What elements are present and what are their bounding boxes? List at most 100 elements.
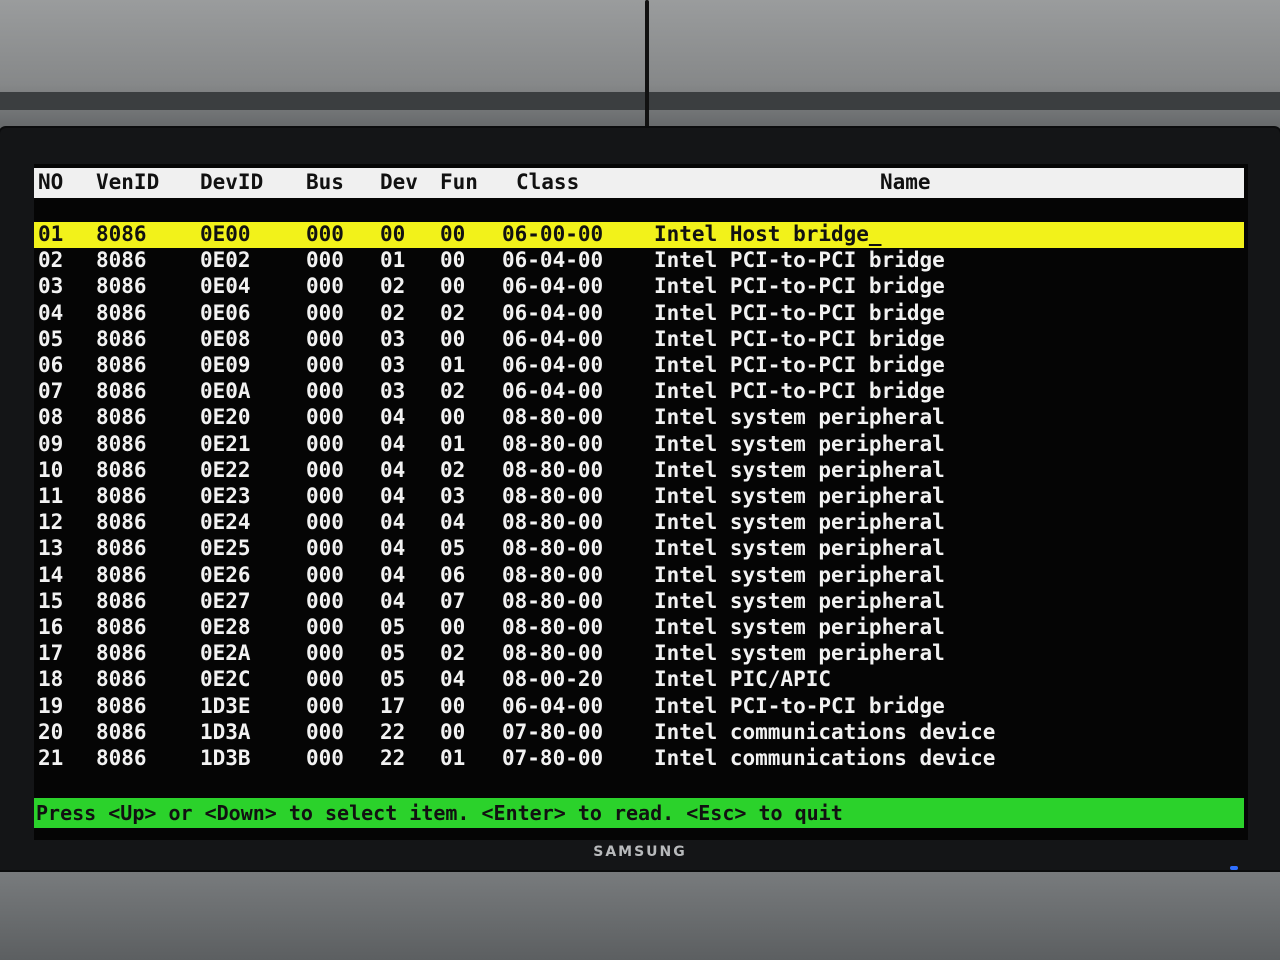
cell-fun: 02 (440, 641, 466, 666)
cell-dev: 04 (380, 431, 406, 456)
cell-name: Intel system peripheral (654, 457, 945, 482)
cell-no: 14 (38, 562, 64, 587)
cell-venid: 8086 (96, 641, 147, 666)
cell-name: Intel PCI-to-PCI bridge (654, 693, 945, 718)
cell-devid: 0E2A (200, 641, 251, 666)
cell-dev: 03 (380, 379, 406, 404)
cell-devid: 0E23 (200, 484, 251, 508)
cell-venid: 8086 (96, 693, 147, 718)
cell-bus: 000 (306, 510, 344, 535)
desk-surface (0, 860, 1280, 960)
cell-no: 02 (38, 248, 64, 273)
table-row[interactable]: 11 8086 0E23 000 04 03 08-80-00 Intel system pe… (34, 484, 1244, 510)
header-class: Class (516, 170, 580, 194)
cell-devid: 0E08 (200, 326, 251, 351)
cell-name: Intel system peripheral (654, 510, 945, 535)
cell-class: 08-80-00 (502, 510, 604, 535)
cell-no: 17 (38, 641, 64, 666)
table-row[interactable]: 21 8086 1D3B 000 22 01 07-80-00 Intel communica… (34, 746, 1244, 772)
cell-devid: 1D3B (200, 746, 251, 770)
cell-fun: 00 (440, 222, 466, 246)
cell-no: 03 (38, 274, 64, 299)
cell-dev: 04 (380, 484, 406, 508)
table-row[interactable]: 20 8086 1D3A 000 22 00 07-80-00 Intel communica… (34, 720, 1244, 746)
cell-class: 07-80-00 (502, 746, 604, 770)
cell-devid: 0E09 (200, 353, 251, 377)
table-row[interactable]: 10 8086 0E22 000 04 02 08-80-00 Intel system pe… (34, 458, 1244, 484)
table-row[interactable]: 05 8086 0E08 000 03 00 06-04-00 Intel PCI-to-PC… (34, 327, 1244, 353)
cell-name: Intel system peripheral (654, 588, 945, 613)
cell-venid: 8086 (96, 667, 147, 692)
cell-fun: 00 (440, 248, 466, 273)
cell-name: Intel system peripheral (654, 431, 945, 456)
cell-fun: 00 (440, 693, 466, 718)
cell-devid: 0E25 (200, 536, 251, 561)
cell-venid: 8086 (96, 431, 147, 456)
table-row[interactable]: 04 8086 0E06 000 02 02 06-04-00 Intel PCI-to-PC… (34, 301, 1244, 327)
table-row[interactable]: 12 8086 0E24 000 04 04 08-80-00 Intel system pe… (34, 510, 1244, 536)
cell-name: Intel PCI-to-PCI bridge (654, 300, 945, 325)
header-name: Name (880, 170, 931, 194)
cell-devid: 0E06 (200, 300, 251, 325)
table-row[interactable]: 19 8086 1D3E 000 17 00 06-04-00 Intel PCI-to-PC… (34, 694, 1244, 720)
cell-bus: 000 (306, 248, 344, 273)
cell-venid: 8086 (96, 326, 147, 351)
table-row[interactable]: 06 8086 0E09 000 03 01 06-04-00 Intel PCI-to-PC… (34, 353, 1244, 379)
monitor-brand-logo: SAMSUNG (593, 844, 687, 860)
header-no: NO (38, 170, 64, 194)
table-row[interactable]: 13 8086 0E25 000 04 05 08-80-00 Intel system pe… (34, 536, 1244, 562)
cell-devid: 0E00 (200, 222, 251, 246)
table-row[interactable]: 03 8086 0E04 000 02 00 06-04-00 Intel PCI-to-PC… (34, 274, 1244, 300)
cell-fun: 02 (440, 300, 466, 325)
cell-devid: 0E2C (200, 667, 251, 692)
cell-dev: 04 (380, 588, 406, 613)
cell-dev: 17 (380, 693, 406, 718)
cell-venid: 8086 (96, 405, 147, 430)
table-row[interactable]: 16 8086 0E28 000 05 00 08-80-00 Intel system pe… (34, 615, 1244, 641)
table-row-selected[interactable]: 01 8086 0E00 000 00 00 06-00-00 Intel Host brid… (34, 222, 1244, 248)
cell-fun: 00 (440, 719, 466, 744)
cell-devid: 0E04 (200, 274, 251, 299)
cell-devid: 0E26 (200, 562, 251, 587)
cell-no: 11 (38, 484, 64, 508)
cell-class: 08-80-00 (502, 588, 604, 613)
cell-no: 10 (38, 457, 64, 482)
table-row[interactable]: 14 8086 0E26 000 04 06 08-80-00 Intel system pe… (34, 563, 1244, 589)
cell-class: 06-04-00 (502, 693, 604, 718)
cell-class: 07-80-00 (502, 719, 604, 744)
cell-class: 08-80-00 (502, 431, 604, 456)
cell-fun: 01 (440, 746, 466, 770)
cell-bus: 000 (306, 300, 344, 325)
table-row[interactable]: 15 8086 0E27 000 04 07 08-80-00 Intel system pe… (34, 589, 1244, 615)
cell-no: 01 (38, 222, 64, 246)
power-led-icon (1230, 866, 1238, 870)
cell-no: 04 (38, 300, 64, 325)
cell-venid: 8086 (96, 615, 147, 639)
cell-venid: 8086 (96, 484, 147, 508)
cell-dev: 04 (380, 510, 406, 535)
table-row[interactable]: 08 8086 0E20 000 04 00 08-80-00 Intel system pe… (34, 405, 1244, 431)
status-bar: Press <Up> or <Down> to select item. <En… (34, 798, 1244, 828)
cell-venid: 8086 (96, 510, 147, 535)
table-row[interactable]: 09 8086 0E21 000 04 01 08-80-00 Intel system pe… (34, 432, 1244, 458)
cell-devid: 0E27 (200, 588, 251, 613)
background-shelf (0, 92, 1280, 110)
cell-bus: 000 (306, 431, 344, 456)
cell-no: 13 (38, 536, 64, 561)
cell-fun: 03 (440, 484, 466, 508)
cell-class: 08-80-00 (502, 484, 604, 508)
cell-venid: 8086 (96, 300, 147, 325)
table-row[interactable]: 18 8086 0E2C 000 05 04 08-00-20 Intel PIC/APIC (34, 667, 1244, 693)
table-row[interactable]: 07 8086 0E0A 000 03 02 06-04-00 Intel PCI-to-PC… (34, 379, 1244, 405)
cell-no: 21 (38, 746, 64, 770)
cell-name: Intel system peripheral (654, 562, 945, 587)
cell-dev: 22 (380, 746, 406, 770)
header-dev: Dev (380, 170, 418, 194)
cell-dev: 05 (380, 641, 406, 666)
cell-bus: 000 (306, 353, 344, 377)
cell-venid: 8086 (96, 353, 147, 377)
table-row[interactable]: 17 8086 0E2A 000 05 02 08-80-00 Intel system pe… (34, 641, 1244, 667)
table-row[interactable]: 02 8086 0E02 000 01 00 06-04-00 Intel PCI-to-PC… (34, 248, 1244, 274)
cell-class: 06-04-00 (502, 300, 604, 325)
cell-venid: 8086 (96, 562, 147, 587)
